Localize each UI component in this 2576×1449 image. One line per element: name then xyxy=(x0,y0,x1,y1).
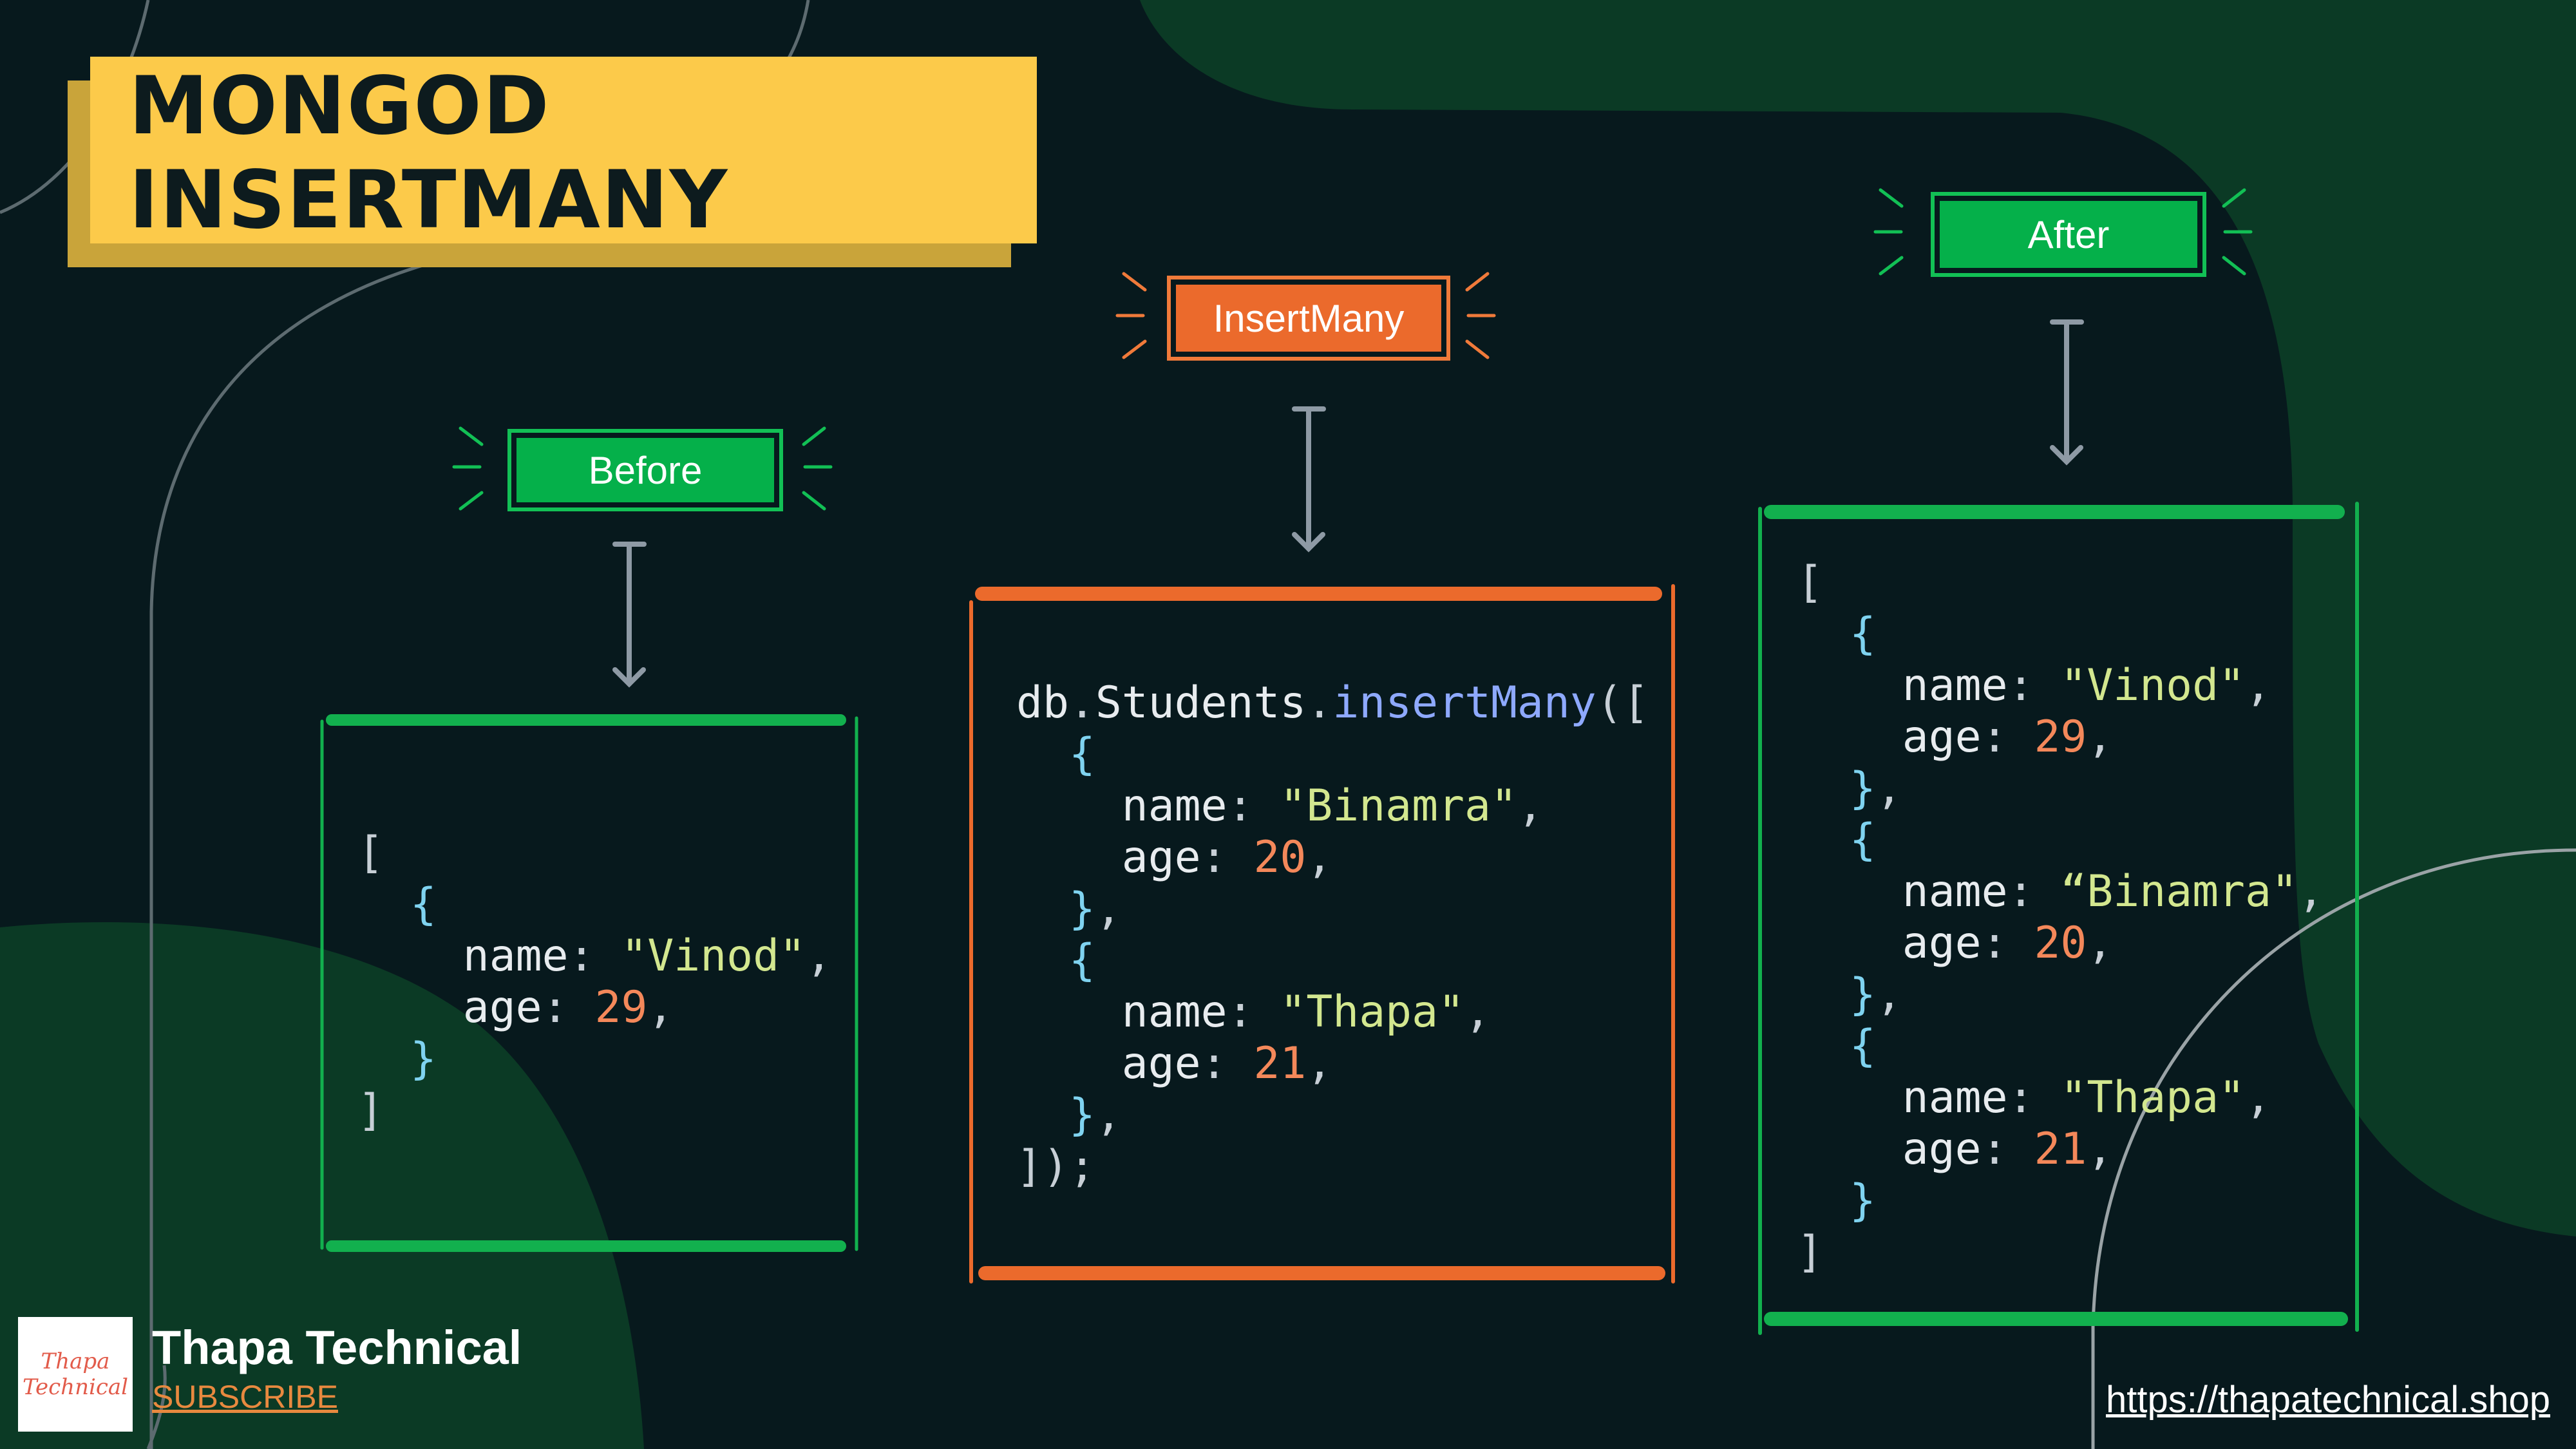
title-line-1: MONGOD xyxy=(129,60,551,153)
arrow-down-icon xyxy=(612,542,647,688)
insertmany-code-block: db.Students.insertMany([ { name: "Binamr… xyxy=(1016,677,1649,1192)
insertmany-label: InsertMany xyxy=(1167,276,1450,361)
subscribe-link[interactable]: SUBSCRIBE xyxy=(152,1378,338,1416)
channel-name: Thapa Technical xyxy=(152,1321,522,1374)
after-code-block: [ { name: "Vinod", age: 29, }, { name: “… xyxy=(1797,557,2324,1278)
title-line-2: INSERTMANY xyxy=(129,154,729,247)
logo-text-line-1: Thapa xyxy=(41,1349,110,1374)
before-code-block: [ { name: "Vinod", age: 29, } ] xyxy=(357,828,832,1136)
arrow-down-icon xyxy=(2050,319,2084,466)
channel-logo[interactable]: Thapa Technical xyxy=(18,1317,133,1432)
after-label: After xyxy=(1931,192,2206,277)
page-title: MONGOD INSERTMANY xyxy=(129,59,728,247)
before-label: Before xyxy=(507,429,783,511)
website-link[interactable]: https://thapatechnical.shop xyxy=(2106,1378,2550,1421)
arrow-down-icon xyxy=(1292,406,1326,553)
logo-text-line-2: Technical xyxy=(22,1374,129,1400)
